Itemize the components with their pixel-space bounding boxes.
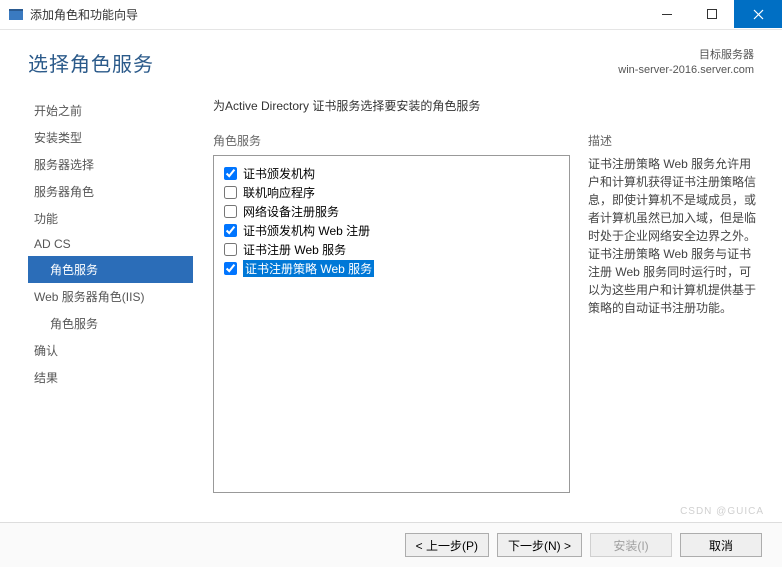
role-service-item[interactable]: 证书颁发机构 Web 注册 [224, 221, 559, 240]
cancel-button[interactable]: 取消 [680, 533, 762, 557]
role-service-item[interactable]: 证书注册策略 Web 服务 [224, 259, 559, 278]
wizard-step[interactable]: Web 服务器角色(IIS) [28, 283, 193, 310]
wizard-footer: < 上一步(P) 下一步(N) > 安装(I) 取消 [0, 522, 782, 567]
role-service-item[interactable]: 网络设备注册服务 [224, 202, 559, 221]
role-service-checkbox[interactable] [224, 224, 237, 237]
role-service-checkbox[interactable] [224, 243, 237, 256]
role-service-item[interactable]: 证书颁发机构 [224, 164, 559, 183]
wizard-step[interactable]: 功能 [28, 205, 193, 232]
wizard-step[interactable]: 确认 [28, 337, 193, 364]
wizard-step[interactable]: 服务器角色 [28, 178, 193, 205]
role-services-label: 角色服务 [213, 132, 570, 149]
description-text: 证书注册策略 Web 服务允许用户和计算机获得证书注册策略信息，即使计算机不是域… [588, 155, 758, 317]
window-controls [644, 0, 782, 28]
target-label: 目标服务器 [618, 48, 754, 63]
app-icon [8, 7, 24, 23]
previous-button[interactable]: < 上一步(P) [405, 533, 489, 557]
wizard-step[interactable]: 角色服务 [28, 310, 193, 337]
role-service-label: 网络设备注册服务 [243, 203, 339, 220]
role-service-label: 证书注册策略 Web 服务 [243, 260, 374, 277]
main-pane: 为Active Directory 证书服务选择要安装的角色服务 角色服务 证书… [193, 89, 782, 493]
instruction-text: 为Active Directory 证书服务选择要安装的角色服务 [213, 97, 758, 114]
role-service-item[interactable]: 联机响应程序 [224, 183, 559, 202]
role-service-label: 证书颁发机构 Web 注册 [243, 222, 370, 239]
role-service-label: 证书颁发机构 [243, 165, 315, 182]
wizard-body: 开始之前安装类型服务器选择服务器角色功能AD CS角色服务Web 服务器角色(I… [0, 89, 782, 493]
wizard-step[interactable]: 安装类型 [28, 124, 193, 151]
maximize-button[interactable] [689, 0, 734, 28]
role-service-label: 联机响应程序 [243, 184, 315, 201]
role-service-item[interactable]: 证书注册 Web 服务 [224, 240, 559, 259]
install-button: 安装(I) [590, 533, 672, 557]
close-button[interactable] [734, 0, 782, 28]
wizard-step[interactable]: 服务器选择 [28, 151, 193, 178]
wizard-step[interactable]: 角色服务 [28, 256, 193, 283]
description-label: 描述 [588, 132, 758, 149]
next-button[interactable]: 下一步(N) > [497, 533, 582, 557]
role-services-column: 角色服务 证书颁发机构联机响应程序网络设备注册服务证书颁发机构 Web 注册证书… [213, 132, 570, 493]
titlebar: 添加角色和功能向导 [0, 0, 782, 30]
role-service-checkbox[interactable] [224, 205, 237, 218]
role-services-tree[interactable]: 证书颁发机构联机响应程序网络设备注册服务证书颁发机构 Web 注册证书注册 We… [213, 155, 570, 493]
role-service-checkbox[interactable] [224, 167, 237, 180]
page-heading: 选择角色服务 [28, 48, 154, 77]
minimize-button[interactable] [644, 0, 689, 28]
description-column: 描述 证书注册策略 Web 服务允许用户和计算机获得证书注册策略信息，即使计算机… [588, 132, 758, 493]
target-value: win-server-2016.server.com [618, 63, 754, 78]
role-service-checkbox[interactable] [224, 186, 237, 199]
target-server-info: 目标服务器 win-server-2016.server.com [618, 48, 754, 79]
wizard-step[interactable]: 结果 [28, 364, 193, 391]
role-service-checkbox[interactable] [224, 262, 237, 275]
watermark: CSDN @GUICA [680, 506, 764, 517]
wizard-header: 选择角色服务 目标服务器 win-server-2016.server.com [0, 30, 782, 89]
wizard-steps: 开始之前安装类型服务器选择服务器角色功能AD CS角色服务Web 服务器角色(I… [28, 89, 193, 493]
wizard-step[interactable]: 开始之前 [28, 97, 193, 124]
role-service-label: 证书注册 Web 服务 [243, 241, 346, 258]
window-title: 添加角色和功能向导 [30, 6, 138, 23]
wizard-step[interactable]: AD CS [28, 232, 193, 256]
